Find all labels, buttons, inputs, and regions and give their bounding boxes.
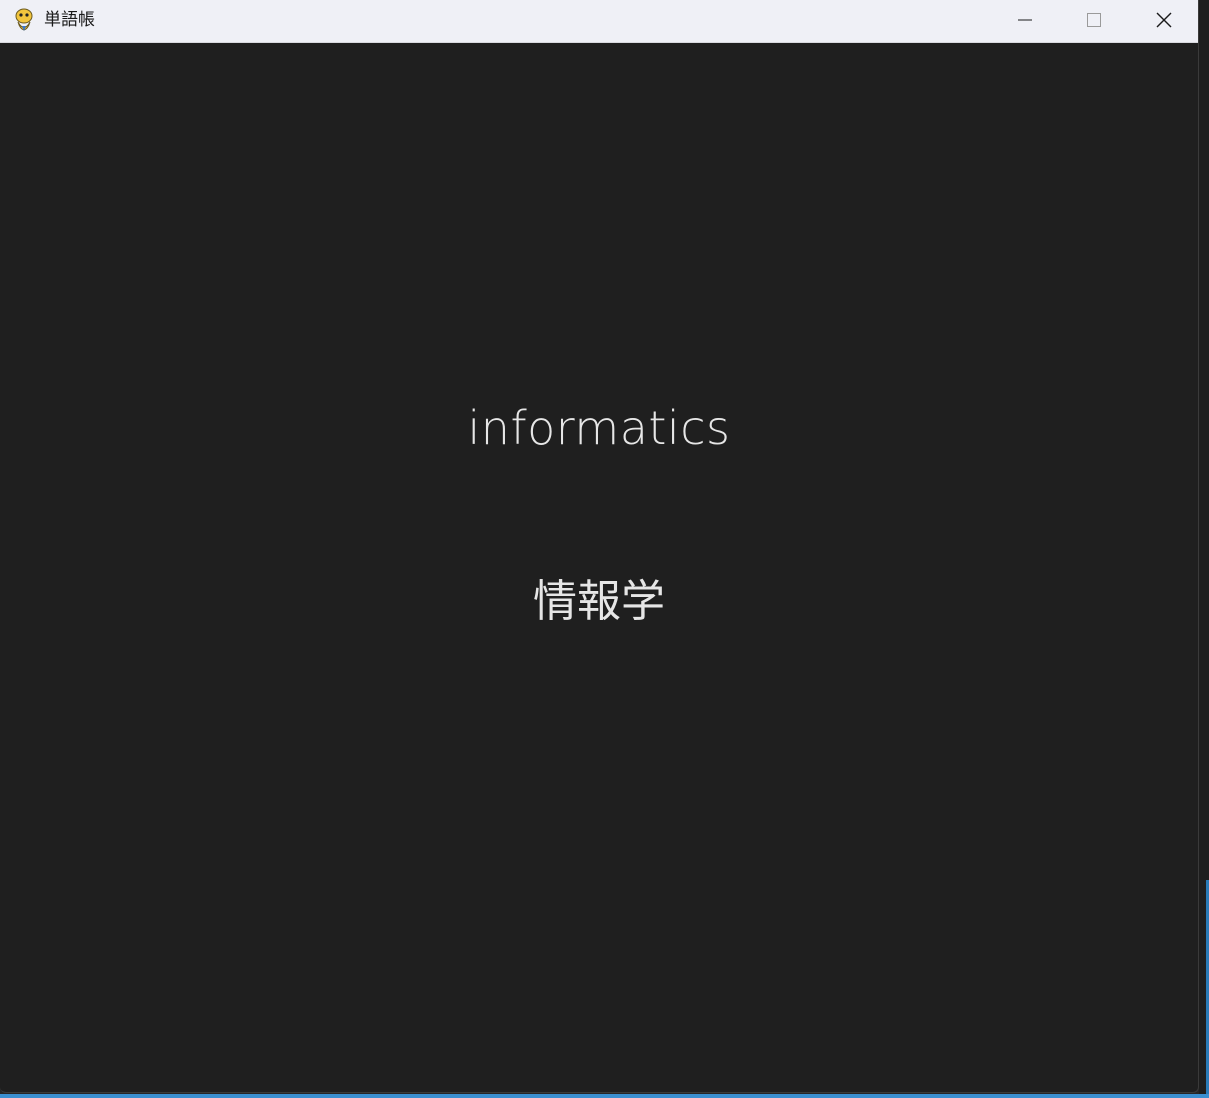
close-button[interactable] (1129, 0, 1198, 40)
minimize-icon (1017, 12, 1033, 28)
flashcard-meaning: 情報学 (533, 576, 665, 627)
close-icon (1155, 11, 1173, 29)
app-window: 単語帳 informatics 情報学 (0, 0, 1199, 1093)
pygame-snake-icon (12, 7, 36, 33)
maximize-button[interactable] (1059, 0, 1129, 40)
flashcard-word: informatics (467, 401, 731, 455)
window-title: 単語帳 (44, 10, 95, 30)
maximize-icon (1086, 12, 1102, 28)
background-accent-line (0, 1094, 1209, 1098)
flashcard-area[interactable]: informatics 情報学 (0, 43, 1198, 1092)
title-bar[interactable]: 単語帳 (0, 0, 1198, 43)
minimize-button[interactable] (990, 0, 1060, 40)
